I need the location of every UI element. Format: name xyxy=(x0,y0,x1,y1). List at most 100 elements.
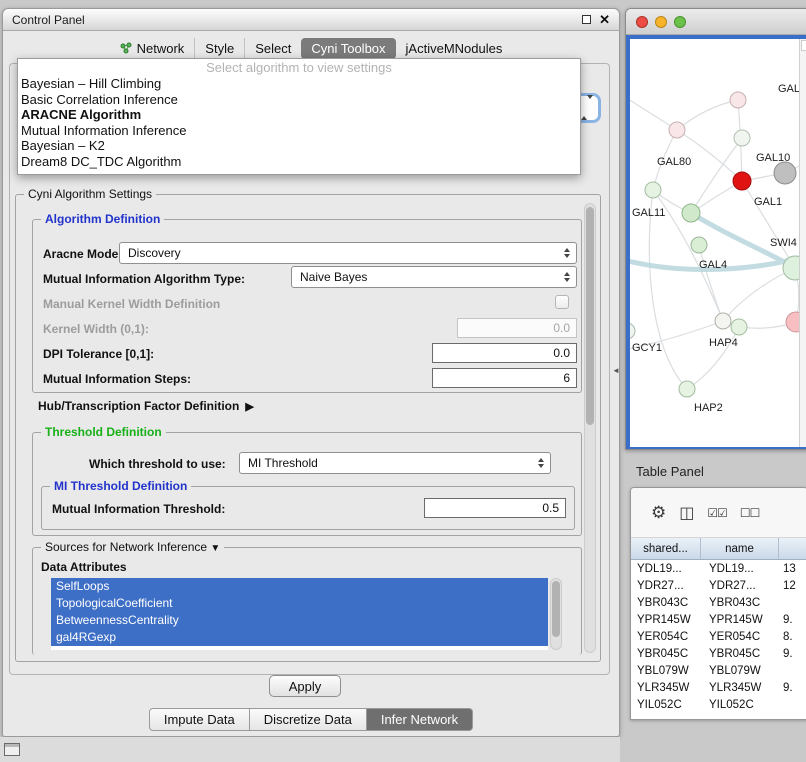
tab-network[interactable]: Network xyxy=(110,38,195,59)
which-threshold-label: Which threshold to use: xyxy=(89,457,226,471)
network-node-labels: GAL80 GAL10 GAL1 GAL11 SWI4 GAL4 GCY1 HA… xyxy=(632,83,806,414)
list-scrollbar[interactable] xyxy=(550,578,562,650)
node-label: SWI4 xyxy=(770,237,797,249)
combobox-arrows-icon xyxy=(581,99,593,117)
aracne-mode-label: Aracne Mode: xyxy=(43,247,122,261)
menu-item[interactable]: Dream8 DC_TDC Algorithm xyxy=(18,154,580,170)
which-threshold-select[interactable]: MI Threshold xyxy=(239,452,551,474)
data-attributes-list[interactable]: SelfLoops TopologicalCoefficient Between… xyxy=(51,578,548,650)
algorithm-dropdown-popup: Select algorithm to view settings Bayesi… xyxy=(17,58,581,175)
dpi-tolerance-field[interactable]: 0.0 xyxy=(432,343,577,363)
table-row[interactable]: YIL052CYIL052C xyxy=(631,696,806,713)
network-node[interactable] xyxy=(774,162,796,184)
settings-scrollbar-thumb[interactable] xyxy=(586,207,594,425)
mi-threshold-label: Mutual Information Threshold: xyxy=(52,502,225,516)
settings-scrollbar[interactable] xyxy=(584,203,596,653)
network-node[interactable] xyxy=(669,122,685,138)
sources-collapse-header[interactable]: Sources for Network Inference ▼ xyxy=(41,540,224,554)
table-row[interactable]: YBR045CYBR045C9. xyxy=(631,645,806,662)
table-row[interactable]: YDR27...YDR27...12 xyxy=(631,577,806,594)
node-label: GAL10 xyxy=(756,152,790,164)
network-scrollbar[interactable] xyxy=(799,39,806,447)
tab-select[interactable]: Select xyxy=(244,38,301,59)
tab-style[interactable]: Style xyxy=(194,38,244,59)
column-header-name[interactable]: name xyxy=(701,538,779,559)
zoom-traffic-light[interactable] xyxy=(674,16,686,28)
float-window-icon[interactable] xyxy=(582,15,591,24)
list-scrollbar-thumb[interactable] xyxy=(552,581,560,637)
status-strip xyxy=(0,737,620,762)
expand-right-icon: ▶ xyxy=(245,400,253,413)
tab-infer-network[interactable]: Infer Network xyxy=(367,708,473,731)
table-body: YDL19...YDL19...13 YDR27...YDR27...12 YB… xyxy=(631,560,806,719)
network-graph: GAL80 GAL10 GAL1 GAL11 SWI4 GAL4 GCY1 HA… xyxy=(630,39,806,447)
mi-threshold-field[interactable]: 0.5 xyxy=(424,498,566,518)
mi-steps-field[interactable]: 6 xyxy=(432,368,577,388)
network-node[interactable] xyxy=(645,182,661,198)
manual-kernel-label: Manual Kernel Width Definition xyxy=(43,297,220,311)
table-header: shared... name xyxy=(631,538,806,560)
menu-item[interactable]: Bayesian – Hill Climbing xyxy=(18,76,580,92)
columns-icon[interactable]: ◫ xyxy=(679,503,694,522)
panel-collapse-handle[interactable]: ◄ xyxy=(612,366,620,375)
table-row[interactable]: YER054CYER054C8. xyxy=(631,628,806,645)
table-panel-window: ⚙ ◫ ☑☑ ☐☐ shared... name YDL19...YDL19..… xyxy=(630,487,806,720)
tab-impute-data[interactable]: Impute Data xyxy=(149,708,250,731)
network-node[interactable] xyxy=(682,204,700,222)
network-node[interactable] xyxy=(730,92,746,108)
menu-item-selected[interactable]: ARACNE Algorithm xyxy=(18,107,580,123)
network-canvas[interactable]: GAL80 GAL10 GAL1 GAL11 SWI4 GAL4 GCY1 HA… xyxy=(630,39,806,447)
table-row[interactable]: YLR345WYLR345W9. xyxy=(631,679,806,696)
clear-all-checkboxes-icon[interactable]: ☐☐ xyxy=(740,506,760,520)
table-row[interactable]: YPR145WYPR145W9. xyxy=(631,611,806,628)
list-item[interactable]: gal4RGexp xyxy=(51,629,548,646)
network-window-titlebar xyxy=(626,9,806,35)
node-label: GAL11 xyxy=(632,207,665,219)
select-all-checkboxes-icon[interactable]: ☑☑ xyxy=(707,506,727,520)
network-node[interactable] xyxy=(679,381,695,397)
table-row[interactable]: YBL079WYBL079W xyxy=(631,662,806,679)
aracne-mode-select[interactable]: Discovery xyxy=(119,242,577,264)
node-label: GCY1 xyxy=(632,342,662,354)
list-item[interactable]: SelfLoops xyxy=(51,578,548,595)
minimize-traffic-light[interactable] xyxy=(655,16,667,28)
table-row[interactable]: YBR043CYBR043C xyxy=(631,594,806,611)
apply-button[interactable]: Apply xyxy=(269,675,341,697)
list-item[interactable]: TopologicalCoefficient xyxy=(51,595,548,612)
node-label: GAL4 xyxy=(699,259,727,271)
tab-discretize-data[interactable]: Discretize Data xyxy=(250,708,367,731)
network-node[interactable] xyxy=(630,323,635,339)
desktop: Control Panel ✕ Network Style Select xyxy=(0,0,806,762)
table-row[interactable]: YDL19...YDL19...13 xyxy=(631,560,806,577)
column-header-shared-name[interactable]: shared... xyxy=(631,538,701,559)
network-node[interactable] xyxy=(691,237,707,253)
menu-item[interactable]: Mutual Information Inference xyxy=(18,123,580,139)
network-node-red[interactable] xyxy=(733,172,751,190)
group-title: MI Threshold Definition xyxy=(50,479,191,493)
list-item[interactable]: BetweennessCentrality xyxy=(51,612,548,629)
column-header-extra[interactable] xyxy=(779,538,806,559)
scrollbar-arrow-box[interactable] xyxy=(801,40,806,51)
gear-icon[interactable]: ⚙ xyxy=(651,503,666,523)
kernel-width-label: Kernel Width (0,1): xyxy=(43,322,149,336)
network-node[interactable] xyxy=(734,130,750,146)
restore-panel-icon[interactable] xyxy=(4,743,20,756)
mi-threshold-group: MI Threshold Definition Mutual Informati… xyxy=(41,486,575,530)
close-traffic-light[interactable] xyxy=(636,16,648,28)
kernel-width-field[interactable]: 0.0 xyxy=(457,318,577,338)
manual-kernel-checkbox[interactable] xyxy=(555,295,569,309)
mi-type-label: Mutual Information Algorithm Type: xyxy=(43,272,245,286)
tab-cyni-toolbox[interactable]: Cyni Toolbox xyxy=(301,38,395,59)
network-node[interactable] xyxy=(731,319,747,335)
network-frame: GAL80 GAL10 GAL1 GAL11 SWI4 GAL4 GCY1 HA… xyxy=(626,35,806,449)
close-icon[interactable]: ✕ xyxy=(599,13,610,26)
menu-item[interactable]: Bayesian – K2 xyxy=(18,138,580,154)
data-attributes-label: Data Attributes xyxy=(41,560,127,574)
tab-jactivemnodules[interactable]: jActiveMNodules xyxy=(396,38,513,59)
mi-type-select[interactable]: Naive Bayes xyxy=(291,266,577,288)
threshold-definition-group: Threshold Definition Which threshold to … xyxy=(32,432,582,536)
network-node[interactable] xyxy=(715,313,731,329)
node-label: GAL1 xyxy=(754,196,782,208)
menu-item[interactable]: Basic Correlation Inference xyxy=(18,92,580,108)
hub-definition-expander[interactable]: Hub/Transcription Factor Definition ▶ xyxy=(38,399,254,413)
